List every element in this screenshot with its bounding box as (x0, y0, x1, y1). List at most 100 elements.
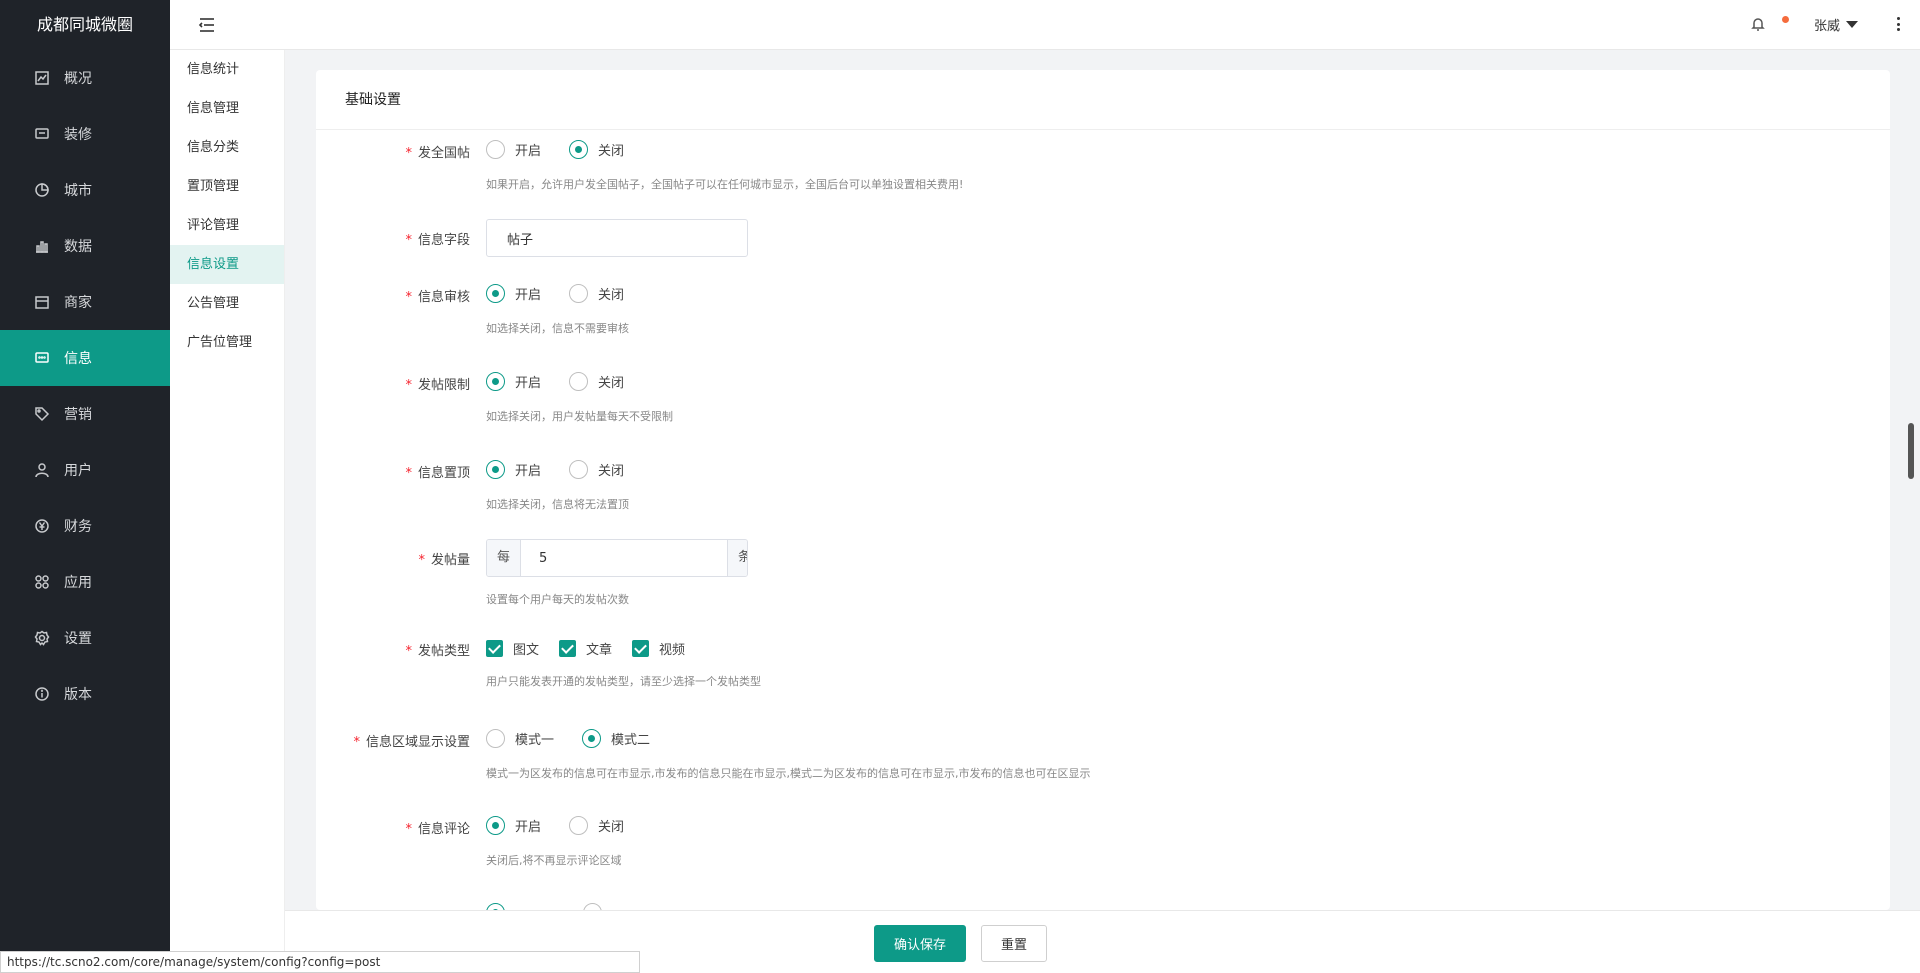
sub-menu: 信息统计 信息管理 信息分类 置顶管理 评论管理 信息设置 公告管理 广告位管理 (170, 50, 285, 973)
nav-item-settings[interactable]: 设置 (0, 610, 170, 666)
info-top-off-radio[interactable]: 关闭 (569, 460, 624, 479)
post-count-group: 每天 条 (486, 539, 748, 577)
area-mode1-radio[interactable]: 模式一 (486, 729, 554, 748)
submenu-item-info-settings[interactable]: 信息设置 (170, 245, 284, 284)
area-display-hint: 模式一为区发布的信息可在市显示,市发布的信息只能在市显示,模式二为区发布的信息可… (486, 767, 1091, 780)
form-label: * 信息置顶 (405, 466, 470, 481)
caret-down-icon (1846, 21, 1859, 28)
bar-chart-icon (34, 238, 50, 254)
user-name: 张威 (1814, 19, 1841, 34)
nav-label: 数据 (64, 239, 92, 255)
notification-dot (1782, 16, 1789, 23)
yen-icon (34, 518, 50, 534)
post-count-control: 每天 条 (486, 539, 748, 577)
nav-label: 商家 (64, 295, 92, 311)
info-top-on-radio[interactable]: 开启 (486, 460, 541, 479)
nav-item-marketing[interactable]: 营销 (0, 386, 170, 442)
info-review-radios: 开启 关闭 (486, 284, 652, 303)
post-limit-radios: 开启 关闭 (486, 372, 652, 391)
info-comment-hint: 关闭后,将不再显示评论区域 (486, 854, 622, 867)
nav-item-version[interactable]: 版本 (0, 666, 170, 722)
nav-label: 版本 (64, 687, 92, 703)
nav-label: 信息 (64, 351, 92, 367)
info-review-hint: 如选择关闭，信息不需要审核 (486, 322, 629, 335)
page-scrollbar[interactable] (1908, 423, 1914, 479)
post-limit-hint: 如选择关闭，用户发帖量每天不受限制 (486, 410, 673, 423)
form-label: * 发帖限制 (405, 378, 470, 393)
submenu-item-category[interactable]: 信息分类 (170, 128, 284, 167)
nav-label: 装修 (64, 127, 92, 143)
dashboard-icon (34, 70, 50, 86)
nav-item-finance[interactable]: 财务 (0, 498, 170, 554)
post-type-hint: 用户只能发表开通的发帖类型，请至少选择一个发帖类型 (486, 675, 761, 688)
area-display-radios: 模式一 模式二 (486, 729, 678, 748)
national-post-on-radio[interactable]: 开启 (486, 140, 541, 159)
form-label: * 发帖类型 (405, 644, 470, 659)
nav-item-users[interactable]: 用户 (0, 442, 170, 498)
info-top-hint: 如选择关闭，信息将无法置顶 (486, 498, 629, 511)
user-menu[interactable]: 张威 (1814, 15, 1859, 34)
form-label: * 信息审核 (405, 290, 470, 305)
form-label: * 发全国帖 (405, 146, 470, 161)
nav-item-overview[interactable]: 概况 (0, 50, 170, 106)
post-limit-on-radio[interactable]: 开启 (486, 372, 541, 391)
info-review-off-radio[interactable]: 关闭 (569, 284, 624, 303)
next-row-radio-b[interactable] (583, 903, 612, 910)
brand-title: 成都同城微圈 (36, 15, 133, 34)
info-comment-radios: 开启 关闭 (486, 816, 652, 835)
gear-icon (34, 630, 50, 646)
area-mode2-radio[interactable]: 模式二 (582, 729, 650, 748)
submenu-item-comments[interactable]: 评论管理 (170, 206, 284, 245)
nav-item-info[interactable]: 信息 (0, 330, 170, 386)
post-type-video-check[interactable]: 视频 (632, 639, 685, 658)
message-icon (34, 350, 50, 366)
form-label: * 发帖量 (418, 553, 470, 568)
submenu-item-top[interactable]: 置顶管理 (170, 167, 284, 206)
reset-button[interactable]: 重置 (981, 925, 1047, 962)
save-button[interactable]: 确认保存 (874, 925, 966, 962)
submenu-item-manage[interactable]: 信息管理 (170, 89, 284, 128)
submenu-item-stats[interactable]: 信息统计 (170, 50, 284, 89)
decorate-icon (34, 126, 50, 142)
post-limit-off-radio[interactable]: 关闭 (569, 372, 624, 391)
apps-icon (34, 574, 50, 590)
menu-toggle-icon[interactable] (198, 16, 216, 34)
city-icon (34, 182, 50, 198)
nav-item-city[interactable]: 城市 (0, 162, 170, 218)
nav-label: 设置 (64, 631, 92, 647)
post-count-input[interactable] (521, 540, 728, 576)
nav-label: 概况 (64, 71, 92, 87)
nav-item-store[interactable]: 商家 (0, 274, 170, 330)
form-label: * 信息评论 (405, 822, 470, 837)
nav-label: 财务 (64, 519, 92, 535)
info-comment-off-radio[interactable]: 关闭 (569, 816, 624, 835)
submenu-item-ads[interactable]: 广告位管理 (170, 323, 284, 362)
post-count-hint: 设置每个用户每天的发帖次数 (486, 593, 629, 606)
next-row-radio-a[interactable] (486, 903, 515, 910)
form-label: * 信息区域显示设置 (353, 735, 470, 750)
nav-item-apps[interactable]: 应用 (0, 554, 170, 610)
form-label: * 信息字段 (405, 233, 470, 248)
post-type-image-check[interactable]: 图文 (486, 639, 539, 658)
info-review-on-radio[interactable]: 开启 (486, 284, 541, 303)
nav-label: 营销 (64, 407, 92, 423)
main-sidebar: 成都同城微圈 概况 装修 城市 数据 商家 信息 营销 用户 财务 应用 设置 … (0, 0, 170, 973)
post-count-prefix: 每天 (487, 540, 522, 576)
national-post-off-radio[interactable]: 关闭 (569, 140, 624, 159)
nav-label: 用户 (64, 463, 92, 479)
info-top-radios: 开启 关闭 (486, 460, 652, 479)
bell-icon[interactable] (1750, 16, 1768, 34)
status-url: https://tc.scno2.com/core/manage/system/… (0, 951, 640, 973)
post-type-article-check[interactable]: 文章 (559, 639, 612, 658)
info-field-input[interactable] (486, 219, 748, 257)
nav-label: 城市 (64, 183, 92, 199)
nav-item-decorate[interactable]: 装修 (0, 106, 170, 162)
info-comment-on-radio[interactable]: 开启 (486, 816, 541, 835)
nav-item-data[interactable]: 数据 (0, 218, 170, 274)
next-row-radios (486, 903, 640, 910)
more-vertical-icon[interactable] (1890, 14, 1906, 34)
settings-panel: 基础设置 * 发全国帖 开启 关闭 如果开启，允许用户发全国帖子，全国帖子可以在任… (316, 70, 1890, 910)
store-icon (34, 294, 50, 310)
submenu-item-announcement[interactable]: 公告管理 (170, 284, 284, 323)
post-count-suffix: 条 (727, 540, 747, 576)
